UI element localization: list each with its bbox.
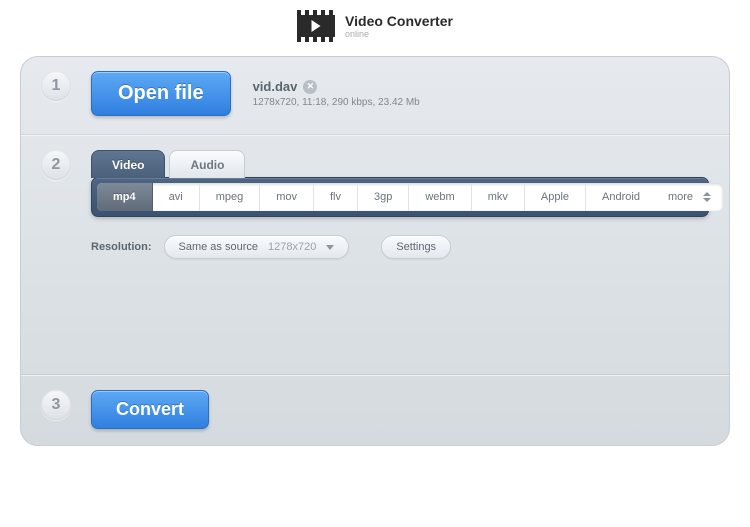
film-icon [297, 10, 335, 42]
section-open-file: 1 Open file vid.dav ✕ 1278x720, 11:18, 2… [21, 57, 729, 135]
tab-video[interactable]: Video [91, 150, 165, 178]
file-meta: 1278x720, 11:18, 290 kbps, 23.42 Mb [253, 97, 420, 108]
chevron-updown-icon [703, 192, 711, 202]
file-info: vid.dav ✕ 1278x720, 11:18, 290 kbps, 23.… [253, 79, 420, 108]
step-badge-2: 2 [41, 150, 71, 180]
section-convert: 3 Convert [21, 375, 729, 445]
format-mp4[interactable]: mp4 [97, 183, 153, 211]
section-format: 2 Video Audio mp4 avi mpeg mov flv 3gp w… [21, 135, 729, 375]
media-tabs: Video Audio [91, 150, 709, 178]
format-mpeg[interactable]: mpeg [200, 183, 261, 211]
resolution-value: 1278x720 [268, 241, 316, 253]
resolution-dropdown[interactable]: Same as source 1278x720 [164, 235, 350, 259]
format-3gp[interactable]: 3gp [358, 183, 409, 211]
remove-file-icon[interactable]: ✕ [303, 80, 317, 94]
resolution-label: Resolution: [91, 241, 152, 253]
format-apple[interactable]: Apple [525, 183, 586, 211]
app-title: Video Converter [345, 13, 453, 29]
step-badge-3: 3 [41, 390, 71, 420]
app-title-block: Video Converter online [345, 13, 453, 39]
settings-button[interactable]: Settings [381, 235, 451, 259]
format-android[interactable]: Android [586, 183, 656, 211]
format-flv[interactable]: flv [314, 183, 358, 211]
step-badge-1: 1 [41, 71, 71, 101]
format-avi[interactable]: avi [153, 183, 200, 211]
app-subtitle: online [345, 29, 453, 39]
resolution-mode: Same as source [179, 241, 258, 253]
open-file-button[interactable]: Open file [91, 71, 231, 116]
format-more[interactable]: more [656, 183, 723, 211]
convert-button[interactable]: Convert [91, 390, 209, 429]
app-header: Video Converter online [0, 0, 750, 50]
chevron-down-icon [326, 245, 334, 250]
main-panel: 1 Open file vid.dav ✕ 1278x720, 11:18, 2… [20, 56, 730, 446]
resolution-row: Resolution: Same as source 1278x720 Sett… [91, 235, 709, 259]
file-name: vid.dav [253, 79, 298, 94]
format-webm[interactable]: webm [409, 183, 471, 211]
format-more-label: more [668, 191, 693, 203]
tab-audio[interactable]: Audio [169, 150, 245, 178]
format-mkv[interactable]: mkv [472, 183, 525, 211]
format-mov[interactable]: mov [260, 183, 314, 211]
format-bar: mp4 avi mpeg mov flv 3gp webm mkv Apple … [91, 177, 709, 217]
